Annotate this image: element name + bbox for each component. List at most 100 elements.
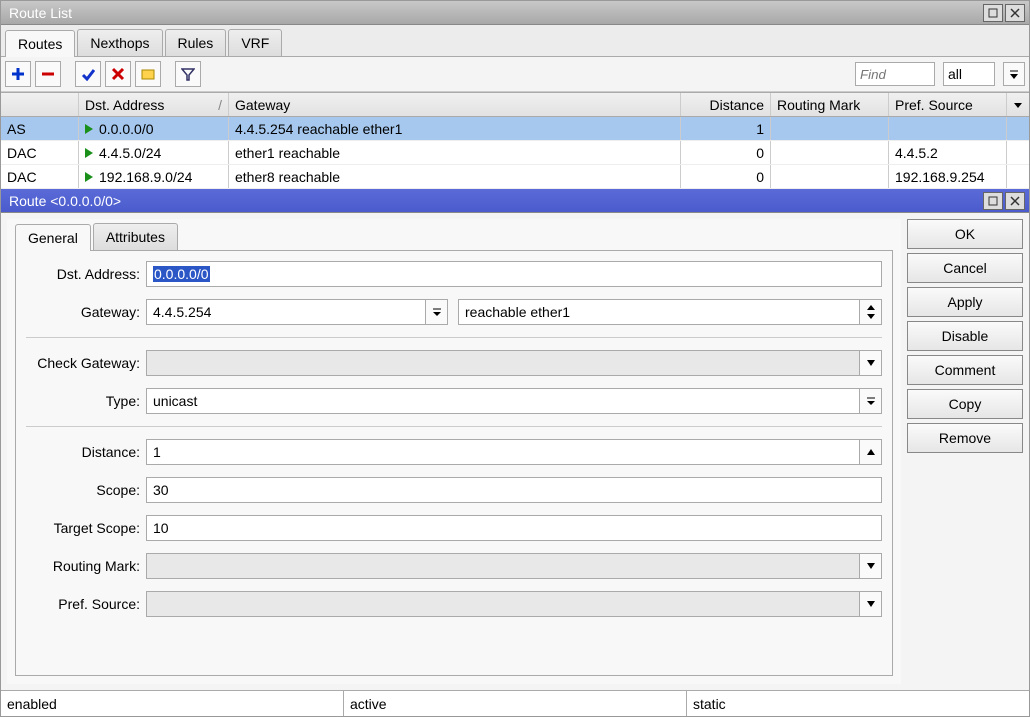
disable-button-side[interactable]: Disable (907, 321, 1023, 351)
find-input[interactable] (855, 62, 935, 86)
cell-distance: 0 (681, 141, 771, 164)
table-row[interactable]: DAC192.168.9.0/24ether8 reachable0 192.16… (1, 165, 1029, 189)
label-scope: Scope: (26, 482, 146, 498)
label-dst-address: Dst. Address: (26, 266, 146, 282)
gateway-spinner[interactable] (860, 299, 882, 325)
col-distance[interactable]: Distance (681, 93, 771, 116)
input-dst-address[interactable]: 0.0.0.0/0 (146, 261, 882, 287)
label-gateway: Gateway: (26, 304, 146, 320)
filter-value: all (948, 66, 962, 82)
cell-flags: DAC (1, 165, 79, 188)
input-distance[interactable]: 1 (146, 439, 860, 465)
status-static: static (687, 691, 1029, 716)
gateway-dropdown[interactable] (426, 299, 448, 325)
tab-rules[interactable]: Rules (165, 29, 227, 56)
input-target-scope[interactable]: 10 (146, 515, 882, 541)
input-type[interactable]: unicast (146, 388, 860, 414)
gateway-status: reachable ether1 (458, 299, 860, 325)
cell-mark (771, 141, 889, 164)
table-header: Dst. Address/ Gateway Distance Routing M… (1, 93, 1029, 117)
pref-source-dropdown[interactable] (860, 591, 882, 617)
table-row[interactable]: DAC4.4.5.0/24ether1 reachable0 4.4.5.2 (1, 141, 1029, 165)
add-button[interactable] (5, 61, 31, 87)
status-active: active (344, 691, 687, 716)
col-flags[interactable] (1, 93, 79, 116)
label-routing-mark: Routing Mark: (26, 558, 146, 574)
detail-side-buttons: OK Cancel Apply Disable Comment Copy Rem… (907, 219, 1023, 684)
col-routing-mark[interactable]: Routing Mark (771, 93, 889, 116)
tab-nexthops[interactable]: Nexthops (77, 29, 162, 56)
toolbar: all (1, 57, 1029, 92)
minimize-button[interactable] (983, 4, 1003, 22)
col-dropdown[interactable] (1007, 93, 1029, 116)
distance-collapse[interactable] (860, 439, 882, 465)
cell-flags: DAC (1, 141, 79, 164)
cell-dst: 192.168.9.0/24 (79, 165, 229, 188)
input-scope[interactable]: 30 (146, 477, 882, 503)
apply-button[interactable]: Apply (907, 287, 1023, 317)
tab-general[interactable]: General (15, 224, 91, 251)
cell-src: 4.4.5.2 (889, 141, 1007, 164)
cell-flags: AS (1, 117, 79, 140)
route-list-tabs: Routes Nexthops Rules VRF (1, 25, 1029, 57)
cell-src: 192.168.9.254 (889, 165, 1007, 188)
cell-gateway: 4.4.5.254 reachable ether1 (229, 117, 681, 140)
cell-distance: 0 (681, 165, 771, 188)
label-distance: Distance: (26, 444, 146, 460)
routing-mark-dropdown[interactable] (860, 553, 882, 579)
disable-button[interactable] (105, 61, 131, 87)
form-panel: Dst. Address: 0.0.0.0/0 Gateway: 4.4.5.2… (15, 250, 893, 676)
detail-tabs: General Attributes (15, 223, 893, 250)
remove-button-side[interactable]: Remove (907, 423, 1023, 453)
route-list-window: Route List Routes Nexthops Rules VRF all (1, 1, 1029, 189)
cell-dst: 0.0.0.0/0 (79, 117, 229, 140)
remove-button[interactable] (35, 61, 61, 87)
check-gateway-dropdown[interactable] (860, 350, 882, 376)
enable-button[interactable] (75, 61, 101, 87)
status-bar: enabled active static (1, 690, 1029, 716)
detail-close-button[interactable] (1005, 192, 1025, 210)
active-icon (85, 172, 93, 182)
cell-src (889, 117, 1007, 140)
titlebar-route-list: Route List (1, 1, 1029, 25)
col-gateway[interactable]: Gateway (229, 93, 681, 116)
cancel-button[interactable]: Cancel (907, 253, 1023, 283)
tab-routes[interactable]: Routes (5, 30, 75, 57)
filter-dropdown-button[interactable] (1003, 62, 1025, 86)
route-detail-window: Route <0.0.0.0/0> General Attributes Dst… (1, 189, 1029, 716)
active-icon (85, 124, 93, 134)
type-dropdown[interactable] (860, 388, 882, 414)
label-check-gateway: Check Gateway: (26, 355, 146, 371)
cell-mark (771, 117, 889, 140)
close-button[interactable] (1005, 4, 1025, 22)
label-type: Type: (26, 393, 146, 409)
label-pref-source: Pref. Source: (26, 596, 146, 612)
label-target-scope: Target Scope: (26, 520, 146, 536)
col-pref-source[interactable]: Pref. Source (889, 93, 1007, 116)
cell-gateway: ether8 reachable (229, 165, 681, 188)
window-title: Route List (5, 5, 72, 21)
route-table: Dst. Address/ Gateway Distance Routing M… (1, 92, 1029, 189)
input-pref-source[interactable] (146, 591, 860, 617)
table-row[interactable]: AS0.0.0.0/04.4.5.254 reachable ether11 (1, 117, 1029, 141)
detail-window-title: Route <0.0.0.0/0> (5, 193, 121, 209)
active-icon (85, 148, 93, 158)
comment-button[interactable] (135, 61, 161, 87)
status-enabled: enabled (1, 691, 344, 716)
copy-button[interactable]: Copy (907, 389, 1023, 419)
input-gateway[interactable]: 4.4.5.254 (146, 299, 426, 325)
cell-gateway: ether1 reachable (229, 141, 681, 164)
detail-minimize-button[interactable] (983, 192, 1003, 210)
comment-button-side[interactable]: Comment (907, 355, 1023, 385)
input-check-gateway[interactable] (146, 350, 860, 376)
tab-vrf[interactable]: VRF (228, 29, 282, 56)
ok-button[interactable]: OK (907, 219, 1023, 249)
col-dst[interactable]: Dst. Address/ (79, 93, 229, 116)
input-routing-mark[interactable] (146, 553, 860, 579)
filter-button[interactable] (175, 61, 201, 87)
filter-select[interactable]: all (943, 62, 995, 86)
cell-distance: 1 (681, 117, 771, 140)
cell-dst: 4.4.5.0/24 (79, 141, 229, 164)
tab-attributes[interactable]: Attributes (93, 223, 178, 250)
titlebar-route-detail: Route <0.0.0.0/0> (1, 189, 1029, 213)
